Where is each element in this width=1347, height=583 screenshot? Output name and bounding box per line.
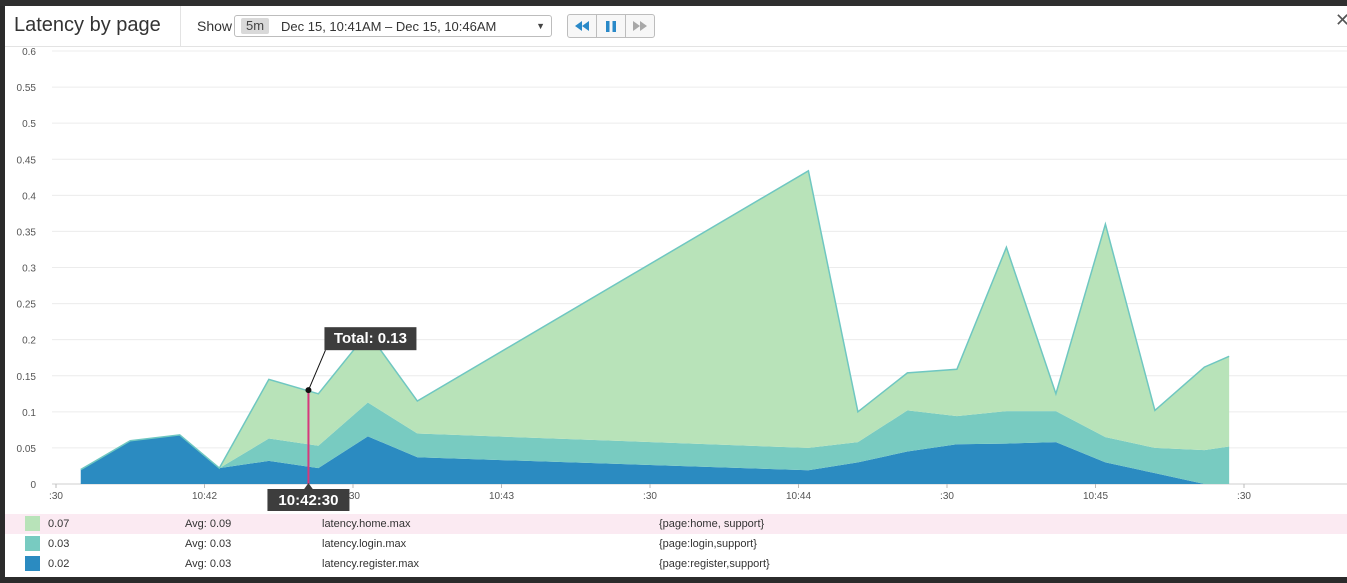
legend-metric-name: latency.register.max (322, 558, 420, 570)
page-title: Latency by page (14, 14, 161, 36)
time-tooltip-label: 10:42:30 (278, 492, 338, 509)
chevron-down-icon: ▼ (536, 21, 545, 31)
time-range-select[interactable]: 5m Dec 15, 10:41AM – Dec 15, 10:46AM ▼ (234, 15, 552, 37)
legend-tags: {page:home, support} (659, 518, 765, 530)
y-tick-label: 0.1 (22, 408, 36, 419)
legend-avg: Avg: 0.03 (185, 538, 232, 550)
legend-row-login[interactable]: 0.03 Avg: 0.03 latency.login.max {page:l… (5, 534, 1347, 554)
x-tick-label: 10:43 (489, 491, 514, 502)
legend-metric-name: latency.login.max (322, 538, 407, 550)
y-tick-label: 0 (30, 480, 36, 491)
y-tick-label: 0.05 (17, 444, 37, 455)
legend-row-home[interactable]: 0.07 Avg: 0.09 latency.home.max {page:ho… (5, 514, 1347, 534)
pause-button[interactable] (596, 14, 626, 38)
x-tick-label: :30 (49, 491, 63, 502)
bottom-bar (0, 577, 1347, 583)
modal-header: Latency by page Show 5m Dec 15, 10:41AM … (5, 6, 1347, 47)
legend: 0.07 Avg: 0.09 latency.home.max {page:ho… (5, 514, 1347, 574)
swatch-register (25, 556, 40, 571)
fast-forward-button[interactable] (625, 14, 655, 38)
legend-tags: {page:register,support} (659, 558, 770, 570)
range-duration-badge: 5m (241, 18, 270, 34)
header-divider (180, 6, 181, 46)
legend-value: 0.02 (48, 558, 70, 570)
latency-chart: 0 0.05 0.1 0.15 0.2 0.25 0.3 0.35 0.4 0.45 0.5 0.55… (17, 47, 1347, 511)
total-tooltip-label: Total: 0.13 (334, 330, 407, 347)
close-icon[interactable]: ✕ (1335, 10, 1347, 31)
playback-controls (567, 14, 655, 38)
rewind-icon (575, 21, 589, 31)
y-tick-label: 0.15 (17, 372, 37, 383)
legend-avg: Avg: 0.03 (185, 558, 232, 570)
x-tick-label: 10:45 (1083, 491, 1108, 502)
legend-tags: {page:login,support} (659, 538, 757, 550)
range-text: Dec 15, 10:41AM – Dec 15, 10:46AM (281, 19, 497, 34)
y-tick-label: 0.4 (22, 191, 36, 202)
cursor-point (305, 387, 312, 394)
legend-row-register[interactable]: 0.02 Avg: 0.03 latency.register.max {pag… (5, 554, 1347, 574)
y-tick-label: 0.35 (17, 227, 37, 238)
legend-value: 0.03 (48, 538, 70, 550)
tooltip-leader (307, 349, 326, 391)
legend-metric-name: latency.home.max (322, 518, 411, 530)
y-tick-label: 0.6 (22, 47, 36, 58)
x-tick-label: :30 (643, 491, 657, 502)
y-tick-label: 0.3 (22, 264, 36, 275)
rewind-button[interactable] (567, 14, 597, 38)
show-label: Show (197, 18, 233, 34)
fast-forward-icon (633, 21, 647, 31)
y-tick-label: 0.45 (17, 155, 37, 166)
pause-icon (606, 20, 616, 32)
swatch-login (25, 536, 40, 551)
y-tick-label: 0.5 (22, 119, 36, 130)
y-tick-label: 0.25 (17, 300, 37, 311)
x-tick-label: 10:44 (786, 491, 811, 502)
legend-avg: Avg: 0.09 (185, 518, 232, 530)
x-tick-label: :30 (940, 491, 954, 502)
x-tick-label: 10:42 (192, 491, 217, 502)
swatch-home (25, 516, 40, 531)
legend-value: 0.07 (48, 518, 70, 530)
y-tick-label: 0.2 (22, 336, 36, 347)
y-tick-label: 0.55 (17, 83, 37, 94)
graph-modal: Latency by page Show 5m Dec 15, 10:41AM … (5, 6, 1347, 577)
x-tick-label: :30 (1237, 491, 1251, 502)
